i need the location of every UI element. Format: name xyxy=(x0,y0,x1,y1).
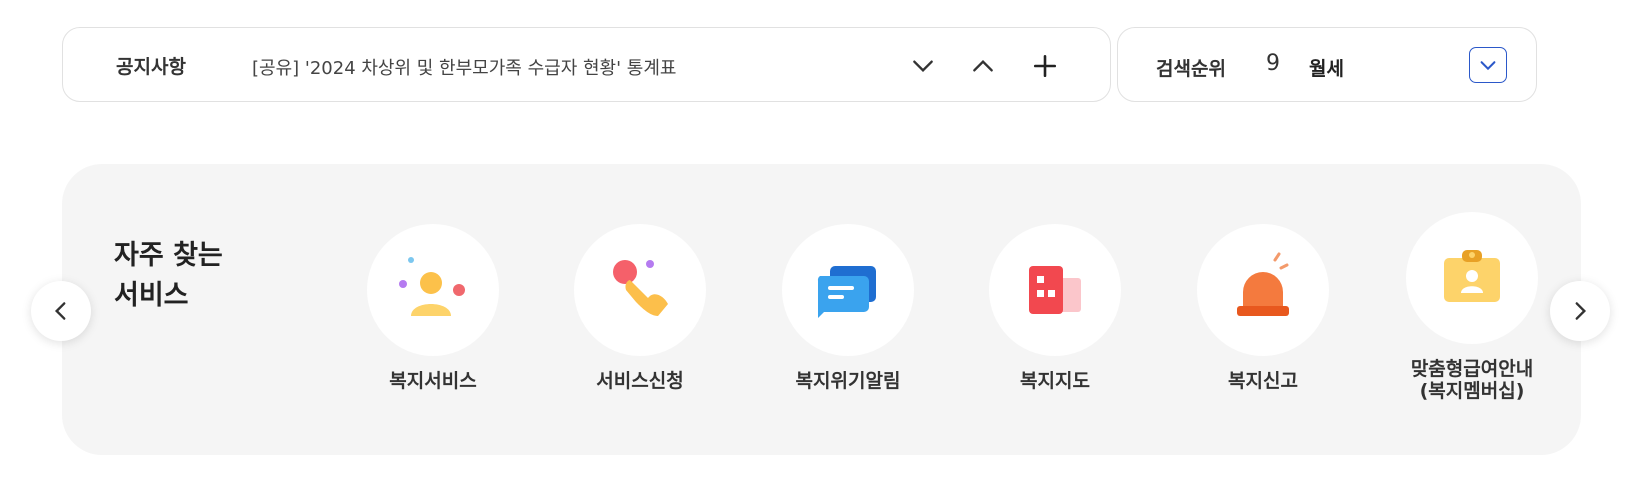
search-rank-number: 9 xyxy=(1266,51,1280,76)
panel-title-line1: 자주 찾는 xyxy=(114,240,223,271)
service-label: 서비스신청 xyxy=(596,370,684,392)
service-label: 복지지도 xyxy=(1020,370,1090,392)
panel-title: 자주 찾는 서비스 xyxy=(114,236,223,316)
panel-title-line2: 서비스 xyxy=(114,280,189,311)
service-item-service-application[interactable]: 서비스신청 xyxy=(535,224,745,392)
people-icon xyxy=(399,257,465,316)
chevron-down-icon xyxy=(913,60,933,73)
plus-icon xyxy=(1033,54,1057,78)
chevron-up-icon xyxy=(973,59,993,72)
search-rank-box: 검색순위 9 월세 xyxy=(1117,27,1537,102)
carousel-next-button[interactable] xyxy=(1550,281,1610,341)
chevron-down-icon xyxy=(1480,61,1496,71)
notice-more-button[interactable] xyxy=(1025,46,1065,86)
search-rank-keyword[interactable]: 월세 xyxy=(1309,54,1344,81)
search-rank-title: 검색순위 xyxy=(1156,58,1226,80)
notice-prev-button[interactable] xyxy=(963,46,1003,86)
tap-hand-icon xyxy=(613,260,668,316)
id-card-icon xyxy=(1444,250,1500,302)
service-item-custom-benefit-guide[interactable]: 맞춤형급여안내 (복지멤버십) xyxy=(1367,212,1577,402)
service-item-welfare-services[interactable]: 복지서비스 xyxy=(328,224,538,392)
notice-next-button[interactable] xyxy=(903,46,943,86)
service-label: 복지위기알림 xyxy=(795,370,901,392)
building-icon xyxy=(1029,266,1081,314)
siren-icon xyxy=(1237,252,1289,316)
frequent-services-panel: 자주 찾는 서비스 복지서비스 서비스신청 복지위기알림 복지지도 복지신고 맞… xyxy=(62,164,1581,455)
carousel-prev-button[interactable] xyxy=(31,281,91,341)
search-rank-expand-button[interactable] xyxy=(1469,47,1507,83)
chat-bubble-icon xyxy=(817,266,876,318)
notice-bar: 공지사항 [공유] '2024 차상위 및 한부모가족 수급자 현황' 통계표 xyxy=(62,27,1111,102)
service-label: 맞춤형급여안내 (복지멤버십) xyxy=(1410,358,1534,402)
service-item-welfare-map[interactable]: 복지지도 xyxy=(950,224,1160,392)
service-label: 복지서비스 xyxy=(389,370,477,392)
notice-title: 공지사항 xyxy=(116,56,186,78)
service-item-welfare-report[interactable]: 복지신고 xyxy=(1158,224,1368,392)
service-label: 복지신고 xyxy=(1228,370,1298,392)
chevron-left-icon xyxy=(54,302,66,320)
service-item-crisis-alert[interactable]: 복지위기알림 xyxy=(743,224,953,392)
chevron-right-icon xyxy=(1575,302,1587,320)
notice-headline-link[interactable]: [공유] '2024 차상위 및 한부모가족 수급자 현황' 통계표 xyxy=(252,54,676,80)
